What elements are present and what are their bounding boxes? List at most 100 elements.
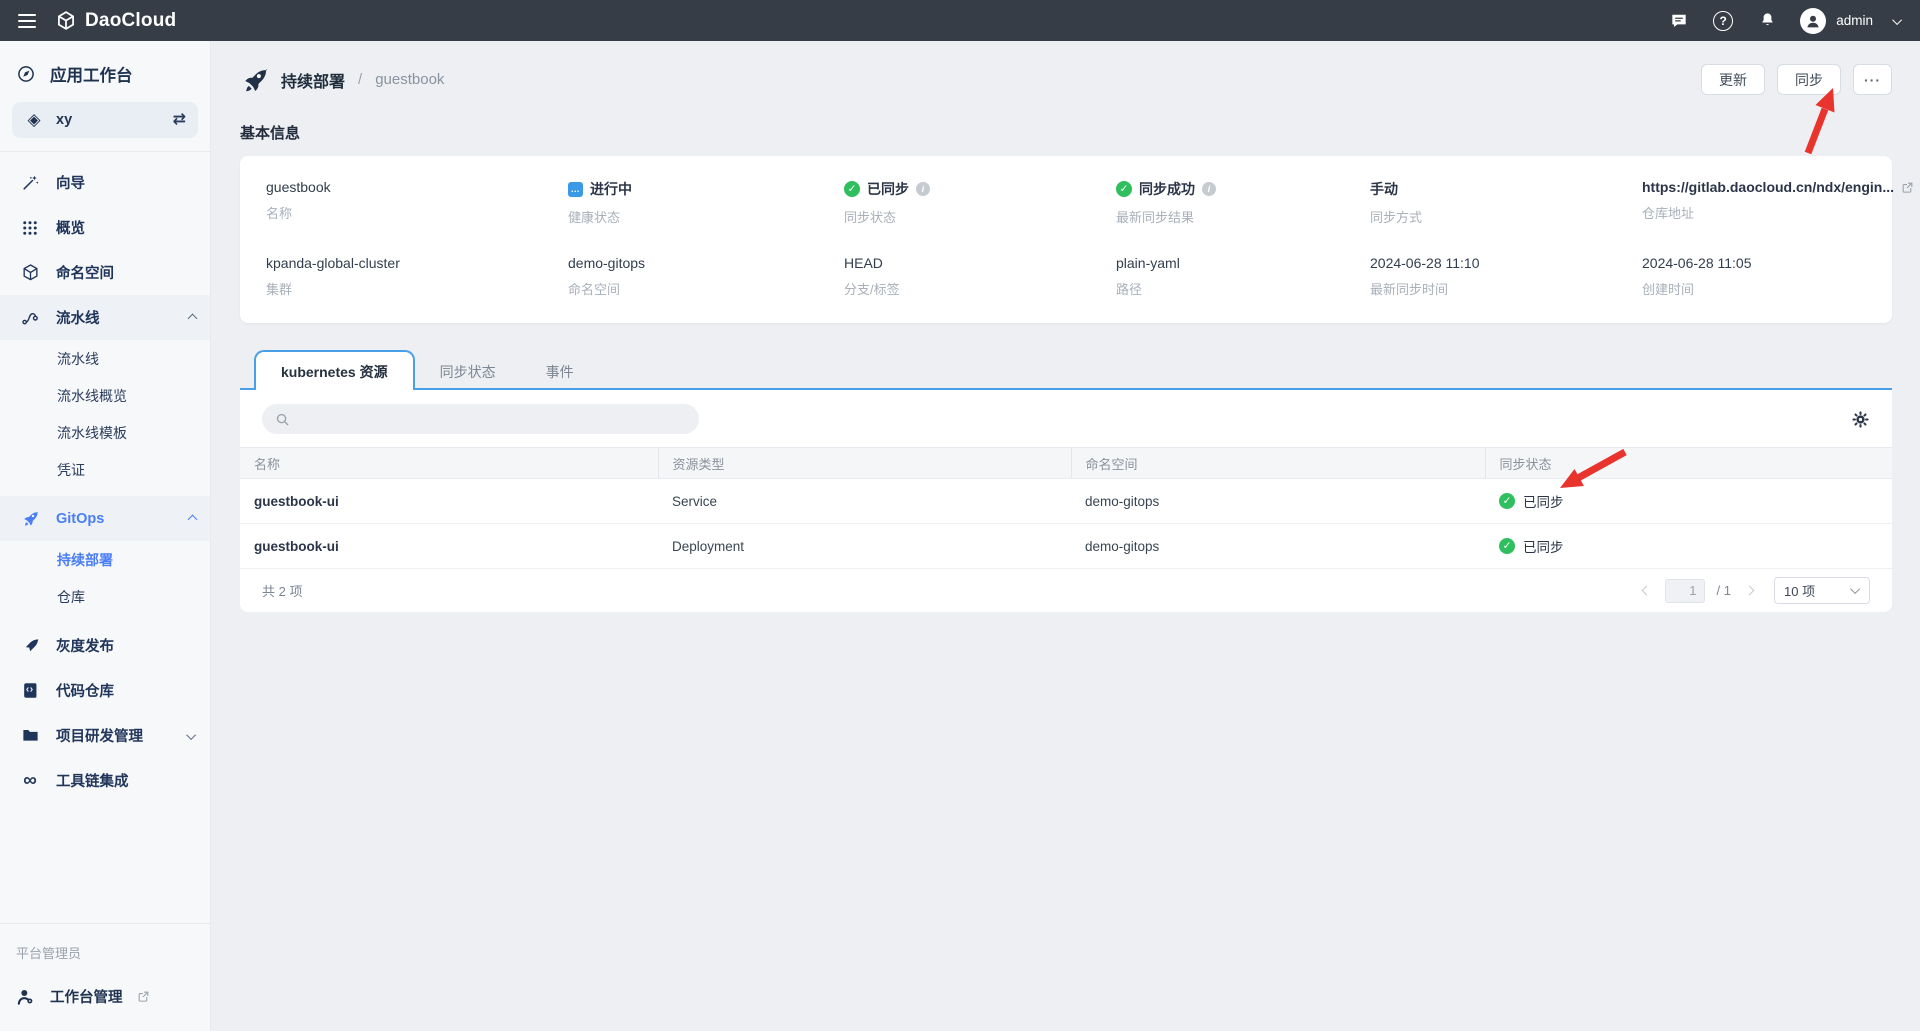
message-icon[interactable] [1668, 10, 1690, 32]
breadcrumb-separator: / [358, 71, 362, 88]
field-label: 路径 [1116, 279, 1370, 298]
tab-bar: kubernetes 资源 同步状态 事件 [240, 350, 1892, 390]
sidebar-item-overview[interactable]: 概览 [0, 205, 210, 250]
code-repo-icon [20, 681, 40, 701]
sidebar-item-toolchain[interactable]: ∞ 工具链集成 [0, 758, 210, 803]
sidebar-item-pipeline[interactable]: 流水线 [0, 295, 210, 340]
tab-sync-status[interactable]: 同步状态 [415, 354, 521, 390]
info-field-branch: HEAD 分支/标签 [844, 255, 1116, 298]
page-size-select[interactable]: 10 项 [1774, 577, 1870, 604]
sidebar-subitem-continuous-deployment[interactable]: 持续部署 [0, 541, 210, 578]
chevron-up-icon [189, 310, 196, 326]
progressing-icon: … [568, 182, 583, 197]
search-input[interactable] [298, 412, 687, 427]
next-page-chevron-icon[interactable] [1743, 584, 1756, 597]
notification-bell-icon[interactable] [1756, 10, 1778, 32]
breadcrumb-section[interactable]: 持续部署 [281, 68, 345, 92]
resources-table: 名称 资源类型 命名空间 同步状态 guestbook-ui Service d… [240, 447, 1892, 569]
pipeline-icon [20, 308, 40, 328]
sidebar-item-label: 工具链集成 [56, 770, 129, 791]
sidebar-subitem-credential[interactable]: 凭证 [0, 451, 210, 488]
sidebar-subitem-pipeline-overview[interactable]: 流水线概览 [0, 377, 210, 414]
subitem-label: 仓库 [57, 587, 85, 607]
sidebar-item-code-repo[interactable]: 代码仓库 [0, 668, 210, 713]
help-icon[interactable]: ? [1712, 10, 1734, 32]
column-header-namespace: 命名空间 [1071, 448, 1485, 479]
rocket-icon [240, 65, 270, 95]
basic-info-card: guestbook 名称 … 进行中 健康状态 ✓ 已同步 i 同步状态 [240, 156, 1892, 323]
page-total-label: / 1 [1717, 583, 1731, 598]
external-link-icon[interactable] [1901, 181, 1914, 194]
panel-toolbar [240, 390, 1892, 447]
topbar-right: ? admin [1668, 8, 1902, 34]
field-label: 集群 [266, 279, 568, 298]
cell-name: guestbook-ui [240, 524, 658, 569]
field-value: 已同步 [867, 179, 909, 199]
sidebar-subitem-pipeline-template[interactable]: 流水线模板 [0, 414, 210, 451]
field-value: 同步成功 [1139, 179, 1195, 199]
search-box[interactable] [262, 404, 699, 434]
sidebar-item-wizard[interactable]: 向导 [0, 160, 210, 205]
sidebar-item-gitops[interactable]: GitOps [0, 496, 210, 541]
rocket-icon [20, 509, 40, 529]
info-field-created-time: 2024-06-28 11:05 创建时间 [1642, 255, 1914, 298]
subitem-label: 持续部署 [57, 550, 113, 570]
status-label: 已同步 [1523, 491, 1564, 511]
check-circle-icon: ✓ [1499, 493, 1515, 509]
user-menu-chevron-down-icon[interactable] [1895, 12, 1902, 30]
tab-kubernetes-resources[interactable]: kubernetes 资源 [254, 350, 415, 390]
app-workbench-title: 应用工作台 [50, 62, 133, 86]
check-circle-icon: ✓ [1116, 181, 1132, 197]
more-actions-button[interactable]: ··· [1853, 64, 1892, 95]
page-header: 持续部署 / guestbook 更新 同步 ··· [240, 64, 1892, 95]
sidebar-item-namespace[interactable]: 命名空间 [0, 250, 210, 295]
daocloud-console: DaoCloud ? admin 应用工作台 ◈ xy [0, 0, 1920, 1031]
external-link-icon [137, 990, 150, 1003]
column-header-sync-status: 同步状态 [1485, 448, 1892, 479]
user-avatar[interactable] [1800, 8, 1826, 34]
page-number-input[interactable] [1665, 579, 1705, 603]
sidebar-item-gray-release[interactable]: 灰度发布 [0, 623, 210, 668]
workbench-compass-icon [16, 64, 36, 84]
field-label: 同步状态 [844, 207, 1116, 226]
sidebar-subitem-pipeline-list[interactable]: 流水线 [0, 340, 210, 377]
infinity-icon: ∞ [20, 771, 40, 791]
breadcrumb-current: guestbook [375, 71, 444, 88]
repo-url-value[interactable]: https://gitlab.daocloud.cn/ndx/engin... [1642, 179, 1894, 195]
sidebar-item-label: 向导 [56, 172, 85, 193]
table-row[interactable]: guestbook-ui Deployment demo-gitops ✓ 已同… [240, 524, 1892, 569]
info-field-sync-result: ✓ 同步成功 i 最新同步结果 [1116, 179, 1370, 226]
table-row[interactable]: guestbook-ui Service demo-gitops ✓ 已同步 [240, 479, 1892, 524]
sidebar-item-workbench-management[interactable]: 工作台管理 [0, 962, 210, 1007]
hamburger-menu-icon[interactable] [18, 14, 36, 28]
info-field-health: … 进行中 健康状态 [568, 179, 844, 226]
search-icon [274, 411, 290, 427]
info-icon[interactable]: i [916, 182, 930, 196]
info-field-sync-mode: 手动 同步方式 [1370, 179, 1642, 226]
daocloud-cube-icon [56, 11, 76, 31]
field-label: 命名空间 [568, 279, 844, 298]
tab-events[interactable]: 事件 [521, 354, 599, 390]
chevron-down-icon [189, 728, 196, 744]
workspace-selector[interactable]: ◈ xy ⇄ [12, 102, 198, 138]
sidebar-subitem-repository[interactable]: 仓库 [0, 578, 210, 615]
chevron-up-icon [189, 511, 196, 527]
status-badge: ✓ 已同步 [1499, 536, 1878, 556]
prev-page-chevron-icon[interactable] [1640, 584, 1653, 597]
cube-icon [20, 263, 40, 283]
info-field-repo-url: https://gitlab.daocloud.cn/ndx/engin... … [1642, 179, 1914, 226]
sidebar-item-project-management[interactable]: 项目研发管理 [0, 713, 210, 758]
info-icon[interactable]: i [1202, 182, 1216, 196]
field-value: plain-yaml [1116, 255, 1180, 271]
info-field-sync-status: ✓ 已同步 i 同步状态 [844, 179, 1116, 226]
status-badge: ✓ 已同步 [1499, 491, 1878, 511]
workspace-swap-icon[interactable]: ⇄ [173, 112, 186, 128]
column-header-name: 名称 [240, 448, 658, 479]
table-settings-gear-icon[interactable] [1851, 410, 1870, 429]
info-field-cluster: kpanda-global-cluster 集群 [266, 255, 568, 298]
sidebar-item-label: 灰度发布 [56, 635, 114, 656]
sync-button[interactable]: 同步 [1777, 64, 1841, 95]
sidebar-divider [0, 923, 210, 924]
info-field-last-sync-time: 2024-06-28 11:10 最新同步时间 [1370, 255, 1642, 298]
update-button[interactable]: 更新 [1701, 64, 1765, 95]
